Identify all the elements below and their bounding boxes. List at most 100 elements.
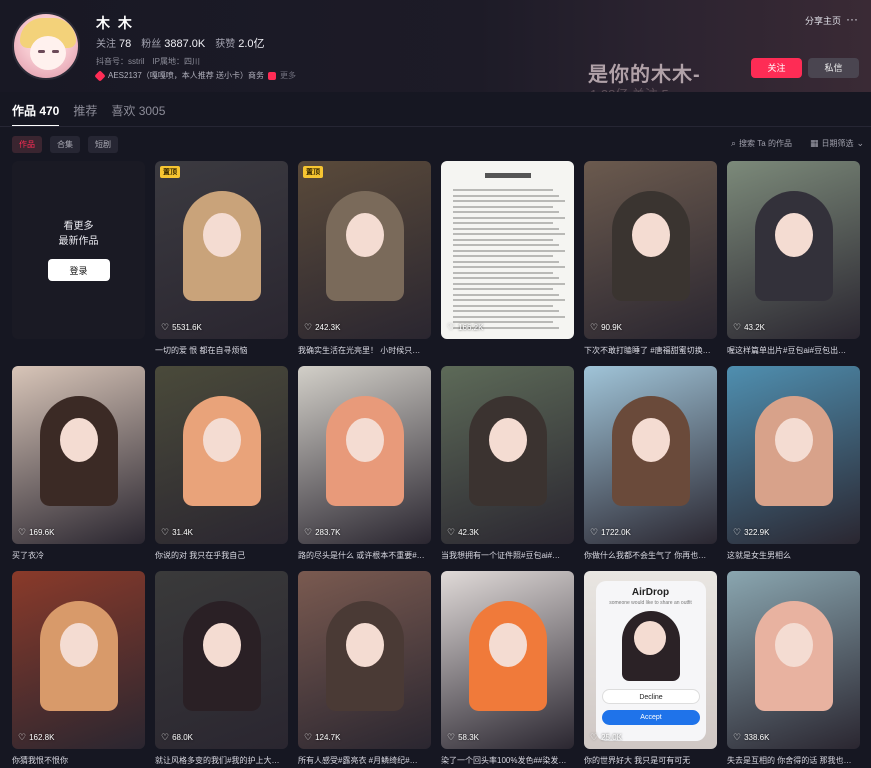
like-count: ♡ 42.3K: [447, 527, 479, 537]
video-thumbnail: [755, 396, 833, 506]
douyin-id: 抖音号：sstril: [96, 57, 145, 66]
video-caption[interactable]: 就让风格多变的我们#我的护上大…: [155, 755, 288, 766]
like-count: ♡ 242.3K: [304, 322, 341, 332]
video-caption[interactable]: 路的尽头是什么 或许根本不重要#…: [298, 550, 431, 561]
video-card[interactable]: ♡ 90.9K: [584, 161, 717, 339]
video-caption[interactable]: 染了一个回头率100%发色##染发…: [441, 755, 574, 766]
video-caption[interactable]: 喔这样篇单出片#豆包ai#豆包出…: [727, 345, 860, 356]
like-count: ♡ 169.6K: [18, 527, 55, 537]
banner-title: 是你的木木-: [588, 64, 701, 86]
avatar[interactable]: [12, 12, 80, 80]
like-count: ♡ 68.0K: [161, 732, 193, 742]
video-card[interactable]: ♡ 1722.0K: [584, 366, 717, 544]
heart-icon: ♡: [590, 732, 599, 742]
video-thumbnail: [40, 396, 118, 506]
heart-icon: ♡: [18, 732, 27, 742]
login-button[interactable]: 登录: [47, 259, 110, 281]
video-card[interactable]: ♡ 338.6K: [727, 571, 860, 749]
video-thumbnail: [469, 601, 547, 711]
video-card[interactable]: AirDrop someone would like to share an ou…: [584, 571, 717, 749]
video-card[interactable]: ♡ 283.7K: [298, 366, 431, 544]
video-thumbnail: [326, 396, 404, 506]
video-thumbnail: [755, 601, 833, 711]
like-count: ♡ 25.0K: [590, 732, 622, 742]
heart-icon: ♡: [590, 527, 599, 537]
stat-followers[interactable]: 粉丝 3887.0K: [141, 35, 205, 51]
divider: [0, 126, 871, 127]
login-prompt-tile: 看更多 最新作品 登录: [12, 161, 145, 339]
more-icon[interactable]: ···: [846, 12, 858, 26]
ip-location: IP属地：四川: [152, 57, 201, 66]
heart-icon: ♡: [18, 527, 27, 537]
calendar-icon: ▦: [810, 138, 819, 148]
bio-more-link[interactable]: 更多: [280, 70, 296, 81]
login-prompt-text: 看更多 最新作品: [58, 221, 99, 247]
chip-short-drama[interactable]: 短剧: [88, 136, 118, 153]
video-card[interactable]: ♡ 169.6K: [12, 366, 145, 544]
message-button[interactable]: 私信: [808, 58, 859, 78]
search-label: 搜索 Ta 的作品: [739, 139, 792, 148]
video-caption[interactable]: 你的世界好大 我只是可有可无: [584, 755, 717, 766]
video-card[interactable]: ♡ 68.0K: [155, 571, 288, 749]
video-card[interactable]: ♡ 31.4K: [155, 366, 288, 544]
like-count: ♡ 43.2K: [733, 322, 765, 332]
tab-works[interactable]: 作品 470: [12, 102, 60, 127]
heart-icon: ♡: [733, 732, 742, 742]
heart-icon: ♡: [304, 527, 313, 537]
profile-header: 木 木 关注 78 粉丝 3887.0K 获赞 2.0亿 抖音号：sstril IP属…: [0, 0, 871, 92]
banner-subtitle: 1.28亿 关注 5: [590, 84, 669, 92]
video-caption[interactable]: 你说的对 我只在乎我自己: [155, 550, 288, 561]
airdrop-decline: Decline: [602, 689, 700, 704]
like-count: ♡ 90.9K: [590, 322, 622, 332]
like-count: ♡ 1722.0K: [590, 527, 631, 537]
date-filter[interactable]: ▦ 日期筛选 ⌄: [810, 138, 864, 149]
video-caption[interactable]: 我确实生活在光亮里！ 小时候只…: [298, 345, 431, 356]
video-caption[interactable]: 你猜我恨不恨你: [12, 755, 145, 766]
stat-following[interactable]: 关注 78: [96, 35, 131, 51]
pinned-badge: 置顶: [303, 166, 323, 178]
badge-icon: [268, 71, 277, 80]
video-caption[interactable]: 你做什么我都不会生气了 你再也…: [584, 550, 717, 561]
video-caption[interactable]: 下次不敢打瞌睡了 #唐福甜蜜切换…: [584, 345, 717, 356]
tab-likes[interactable]: 喜欢 3005: [111, 102, 165, 119]
video-card[interactable]: ♡ 162.8K: [12, 571, 145, 749]
video-card[interactable]: 置顶 ♡ 242.3K: [298, 161, 431, 339]
profile-name: 木 木: [96, 15, 134, 31]
video-card[interactable]: ♡ 43.2K: [727, 161, 860, 339]
profile-tabs: 作品 470 推荐 喜欢 3005: [12, 102, 165, 127]
video-card[interactable]: ♡ 322.9K: [727, 366, 860, 544]
heart-icon: ♡: [447, 322, 456, 332]
tab-recommend[interactable]: 推荐: [73, 102, 97, 119]
date-filter-label: 日期筛选: [821, 139, 854, 148]
stat-likes: 获赞 2.0亿: [215, 38, 265, 50]
video-caption[interactable]: 一切的爱 恨 都在自寻烦恼: [155, 345, 288, 356]
search-icon: ⌕: [731, 138, 737, 148]
video-card[interactable]: ♡ 124.7K: [298, 571, 431, 749]
video-thumbnail: [755, 191, 833, 301]
profile-stats: 关注 78 粉丝 3887.0K 获赞 2.0亿: [96, 35, 265, 51]
video-card[interactable]: ♡ 58.3K: [441, 571, 574, 749]
heart-icon: ♡: [161, 527, 170, 537]
follow-button[interactable]: 关注: [751, 58, 802, 78]
chip-works[interactable]: 作品: [12, 136, 42, 153]
video-card[interactable]: 置顶 ♡ 5531.6K: [155, 161, 288, 339]
video-caption[interactable]: 买了衣冷: [12, 550, 145, 561]
video-caption[interactable]: 失去是互相的 你舍得的话 那我也…: [727, 755, 860, 766]
chip-collection[interactable]: 合集: [50, 136, 80, 153]
heart-icon: ♡: [733, 322, 742, 332]
search-works[interactable]: ⌕ 搜索 Ta 的作品: [731, 138, 792, 149]
video-caption[interactable]: 当我想拥有一个证件照#豆包ai#…: [441, 550, 574, 561]
share-profile-button[interactable]: 分享主页: [805, 14, 841, 27]
like-count: ♡ 5531.6K: [161, 322, 202, 332]
like-count: ♡ 283.7K: [304, 527, 341, 537]
tag-icon: [94, 69, 106, 82]
bio-text: AES2137（嘎嘎喷，本人推荐 送小卡）商务: [108, 71, 265, 80]
video-card[interactable]: ♡ 166.2K: [441, 161, 574, 339]
video-card[interactable]: ♡ 42.3K: [441, 366, 574, 544]
video-thumbnail: [183, 601, 261, 711]
like-count: ♡ 58.3K: [447, 732, 479, 742]
heart-icon: ♡: [447, 527, 456, 537]
video-caption[interactable]: 所有人感受#露亮衣 #月鳞绮纪#…: [298, 755, 431, 766]
like-count: ♡ 322.9K: [733, 527, 770, 537]
video-caption[interactable]: 这就是女生男相么: [727, 550, 860, 561]
